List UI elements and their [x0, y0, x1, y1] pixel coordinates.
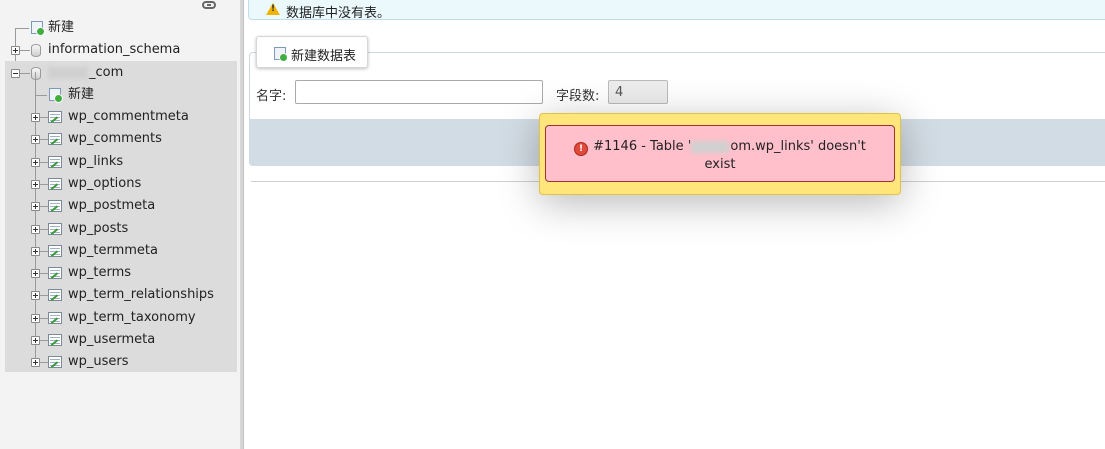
expand-icon[interactable] — [31, 224, 40, 234]
error-dialog[interactable]: ! #1146 - Table ' om.wp_links' doesn't exi… — [539, 113, 901, 195]
table-icon — [48, 311, 62, 324]
expand-icon[interactable] — [31, 202, 40, 212]
new-database-icon — [31, 21, 45, 36]
database-icon — [31, 44, 41, 57]
nav-table-item[interactable]: wp_usermeta — [0, 329, 230, 351]
table-name: wp_term_taxonomy — [68, 309, 196, 325]
table-icon — [48, 222, 62, 235]
table-name: wp_usermeta — [68, 332, 156, 347]
nav-table-item[interactable]: wp_comments — [0, 128, 230, 150]
table-name: wp_users — [68, 354, 129, 370]
nav-table-item[interactable]: wp_term_relationships — [0, 284, 230, 306]
table-name: wp_terms — [68, 265, 132, 281]
table-name: wp_comments — [68, 131, 162, 147]
nav-table-item[interactable]: wp_links — [0, 151, 230, 173]
table-name: wp_commentmeta — [68, 109, 189, 124]
notice-no-tables: 数据库中没有表。 — [248, 0, 1105, 21]
nav-db-information-schema[interactable]: information_schema — [0, 39, 230, 61]
columns-label: 字段数: — [556, 89, 600, 104]
table-icon — [48, 111, 62, 123]
new-table-icon — [274, 47, 288, 62]
nav-table-item[interactable]: wp_users — [0, 351, 230, 373]
name-label: 名字: — [256, 89, 287, 104]
table-name: wp_term_relationships — [68, 287, 214, 303]
nav-new-label: 新建 — [48, 20, 75, 35]
table-name-input[interactable] — [295, 80, 543, 104]
link-icon[interactable] — [202, 1, 216, 9]
error-message: ! #1146 - Table ' om.wp_links' doesn't exi… — [545, 125, 895, 182]
table-icon — [48, 155, 62, 168]
error-icon: ! — [574, 142, 589, 156]
table-icon — [48, 334, 62, 346]
nav-new-database[interactable]: 新建 — [0, 17, 230, 39]
db-name: _com — [48, 62, 123, 84]
table-name: wp_termmeta — [68, 242, 158, 258]
nav-table-item[interactable]: wp_terms — [0, 262, 230, 284]
collapse-icon[interactable] — [11, 69, 20, 78]
table-icon — [48, 200, 62, 213]
new-table-icon — [49, 88, 63, 103]
expand-icon[interactable] — [31, 179, 40, 189]
table-name: wp_links — [68, 153, 124, 169]
table-icon — [48, 133, 62, 146]
expand-icon[interactable] — [31, 246, 40, 256]
warning-icon — [266, 3, 280, 15]
redacted-text — [691, 140, 730, 153]
table-icon — [48, 356, 62, 369]
nav-table-item[interactable]: wp_options — [0, 173, 230, 195]
error-text-prefix: #1146 - Table ' — [593, 139, 692, 154]
expand-icon[interactable] — [31, 135, 40, 145]
nav-table-item[interactable]: wp_commentmeta — [0, 106, 230, 128]
table-name: wp_options — [68, 175, 142, 191]
nav-table-item[interactable]: wp_postmeta — [0, 195, 230, 217]
table-name: wp_posts — [68, 220, 129, 236]
nav-new-table[interactable]: 新建 — [0, 84, 230, 106]
expand-icon[interactable] — [31, 291, 40, 301]
notice-text: 数据库中没有表。 — [286, 6, 391, 21]
nav-table-item[interactable]: wp_term_taxonomy — [0, 307, 230, 329]
table-icon — [48, 177, 62, 190]
create-table-button[interactable]: 新建数据表 — [256, 36, 368, 68]
nav-table-item[interactable]: wp_posts — [0, 218, 230, 240]
expand-icon[interactable] — [31, 157, 40, 167]
expand-icon[interactable] — [31, 269, 40, 279]
table-icon — [48, 267, 62, 280]
navigation-panel: 新建 information_schema _com 新建 wp_comment… — [0, 0, 240, 449]
db-name: information_schema — [48, 42, 181, 57]
redacted-text — [48, 66, 88, 79]
expand-icon[interactable] — [11, 46, 20, 55]
create-table-label: 新建数据表 — [291, 49, 357, 64]
main-content: 数据库中没有表。 新建数据表 名字: 字段数: — [244, 0, 1105, 449]
table-icon — [48, 244, 62, 257]
table-name: wp_postmeta — [68, 198, 156, 214]
expand-icon[interactable] — [31, 313, 40, 323]
nav-table-item[interactable]: wp_termmeta — [0, 240, 230, 262]
expand-icon[interactable] — [31, 358, 40, 368]
expand-icon[interactable] — [31, 113, 40, 122]
database-icon — [31, 67, 41, 80]
column-count-input[interactable] — [608, 80, 668, 104]
nav-new-table-label: 新建 — [68, 87, 95, 102]
table-icon — [48, 289, 62, 302]
expand-icon[interactable] — [31, 336, 40, 345]
